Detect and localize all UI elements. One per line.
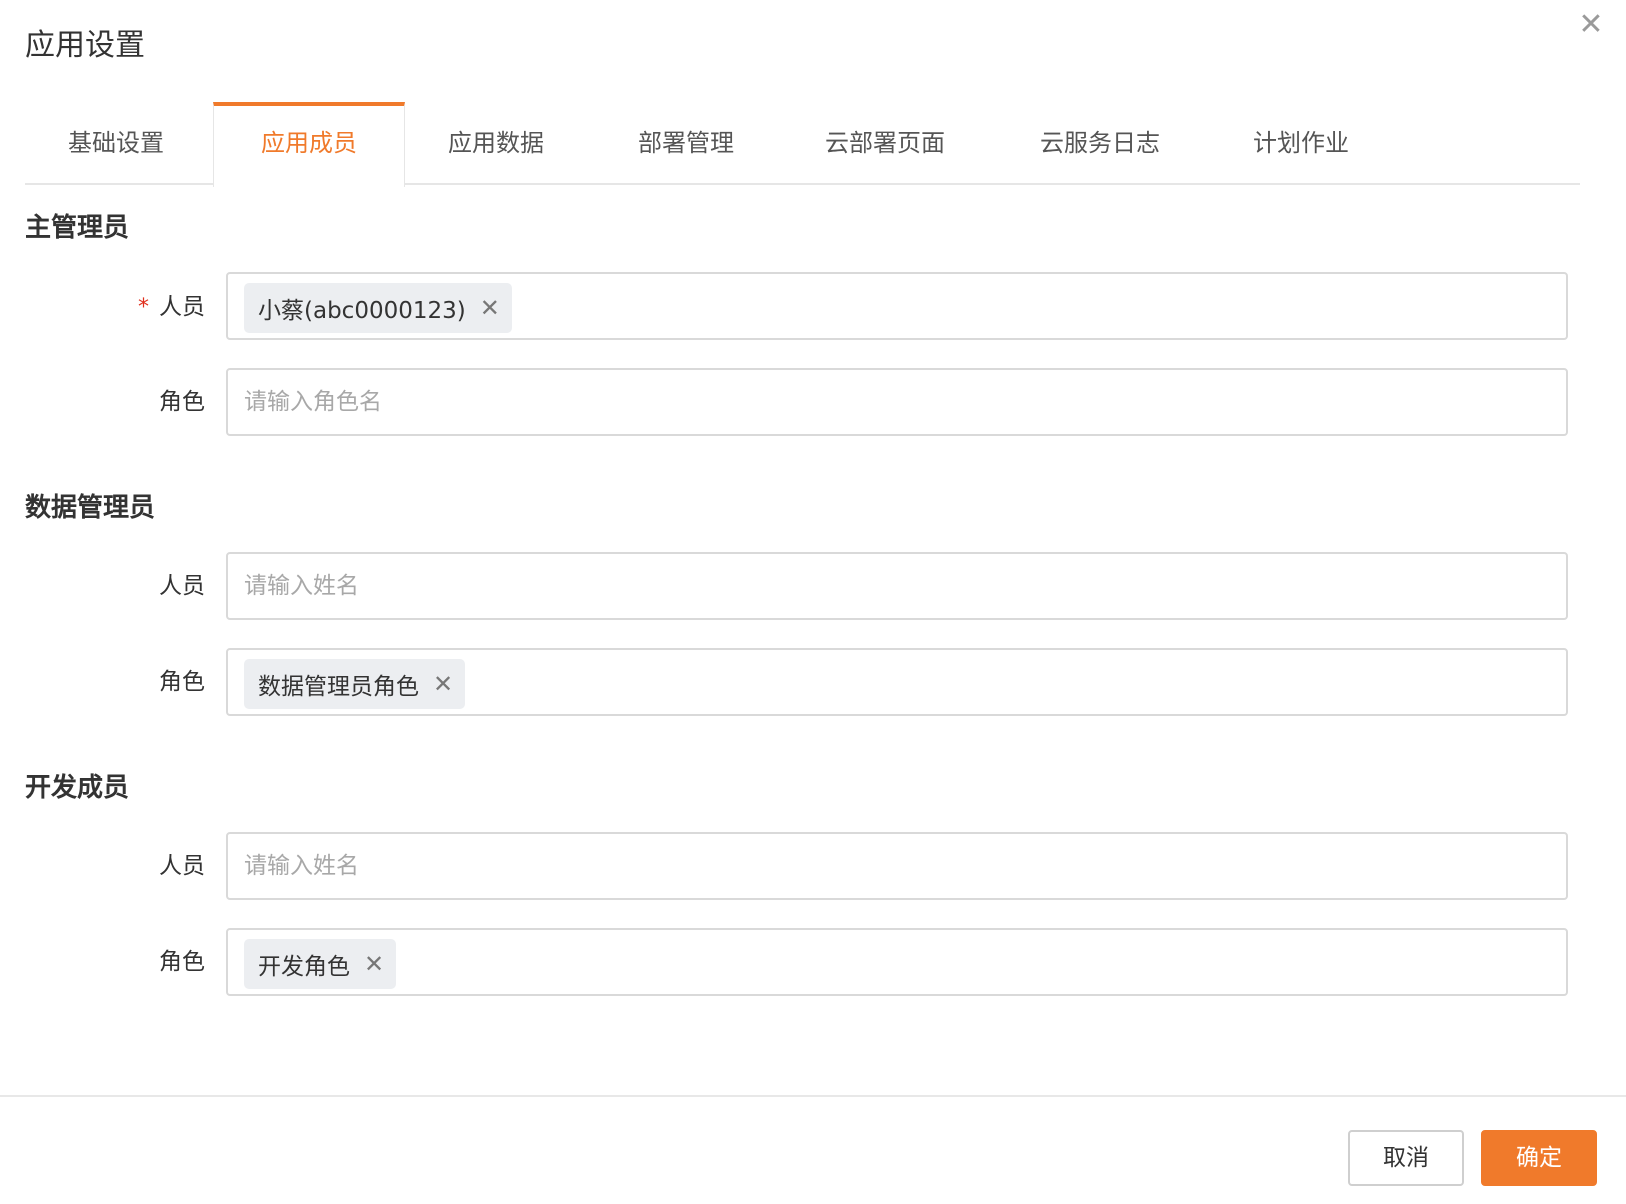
dialog-title: 应用设置 (25, 28, 145, 63)
dev-member-role-label: 角色 (159, 949, 205, 975)
data-admin-role-field[interactable]: 数据管理员角色 ✕ (226, 648, 1568, 716)
role-tag-label: 开发角色 (258, 954, 350, 980)
main-admin-role-label: 角色 (159, 389, 205, 415)
confirm-button[interactable]: 确定 (1481, 1130, 1597, 1186)
section-title-dev-member: 开发成员 (25, 773, 130, 803)
close-icon[interactable]: ✕ (1576, 10, 1606, 40)
person-tag-label: 小蔡(abc0000123) (258, 298, 466, 324)
section-title-data-admin: 数据管理员 (25, 493, 156, 523)
tab-app-data[interactable]: 应用数据 (405, 104, 587, 183)
section-title-main-admin: 主管理员 (25, 213, 130, 243)
role-placeholder: 请输入角色名 (244, 389, 382, 415)
tab-deploy-management[interactable]: 部署管理 (595, 104, 777, 183)
main-admin-person-label: * 人员 (25, 291, 205, 324)
data-admin-person-label: 人员 (159, 573, 205, 599)
remove-tag-icon[interactable]: ✕ (480, 294, 500, 322)
footer-divider (0, 1095, 1626, 1097)
role-tag-label: 数据管理员角色 (258, 674, 419, 700)
tab-scheduled-jobs[interactable]: 计划作业 (1210, 104, 1392, 183)
dev-member-person-label: 人员 (159, 853, 205, 879)
remove-tag-icon[interactable]: ✕ (364, 950, 384, 978)
role-tag: 开发角色 ✕ (244, 939, 397, 989)
tab-cloud-deploy-page[interactable]: 云部署页面 (785, 104, 985, 183)
remove-tag-icon[interactable]: ✕ (433, 670, 453, 698)
data-admin-role-label: 角色 (159, 669, 205, 695)
tab-basic-settings[interactable]: 基础设置 (25, 104, 207, 183)
main-admin-person-label-text: 人员 (159, 294, 205, 320)
dev-member-role-field[interactable]: 开发角色 ✕ (226, 928, 1568, 996)
cancel-button[interactable]: 取消 (1348, 1130, 1464, 1186)
tab-app-members[interactable]: 应用成员 (213, 102, 405, 187)
person-placeholder: 请输入姓名 (244, 573, 359, 599)
tab-cloud-service-log[interactable]: 云服务日志 (1000, 104, 1200, 183)
main-admin-role-input[interactable]: 请输入角色名 (226, 368, 1568, 436)
role-tag: 数据管理员角色 ✕ (244, 659, 466, 709)
person-tag: 小蔡(abc0000123) ✕ (244, 283, 512, 333)
data-admin-person-input[interactable]: 请输入姓名 (226, 552, 1568, 620)
person-placeholder: 请输入姓名 (244, 853, 359, 879)
dev-member-person-input[interactable]: 请输入姓名 (226, 832, 1568, 900)
required-star: * (138, 295, 149, 320)
main-admin-person-field[interactable]: 小蔡(abc0000123) ✕ (226, 272, 1568, 340)
tab-bar: 基础设置 应用成员 应用数据 部署管理 云部署页面 云服务日志 计划作业 (25, 102, 1580, 187)
